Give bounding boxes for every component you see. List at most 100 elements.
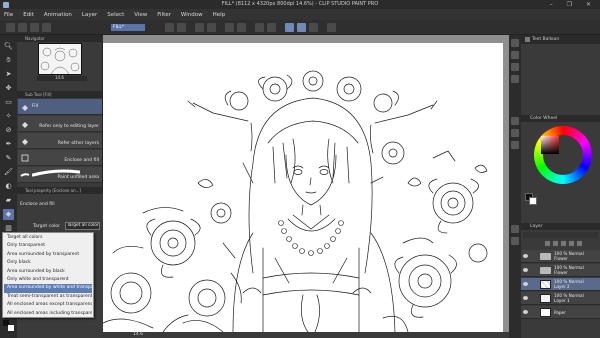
move-tool-icon[interactable]: ✋︎ [3,55,14,66]
layer-row[interactable]: 100 % Normal Layer 1 [521,292,600,305]
color-wheel-panel: Color Wheel [521,115,600,223]
menu-window[interactable]: Window [181,12,203,18]
history-icon[interactable] [511,63,519,71]
subtool-enclose-and-fill[interactable]: Enclose and fill [18,150,102,166]
airbrush-tool-icon[interactable]: ◐ [3,181,14,192]
approximate-color-icon[interactable] [511,141,519,149]
clip-studio-window: FILL* (8112 x 4320px 800dpi 14.6%) - CLI… [0,0,600,338]
color-slider-icon[interactable] [511,117,519,125]
text-balloon-icon [525,37,530,42]
saturation-value-square[interactable] [541,136,559,154]
dropdown-option[interactable]: All enclosed areas except transparency [4,301,92,309]
visibility-eye-icon[interactable] [523,310,528,314]
fill-bucket-icon [20,102,30,112]
intermediate-color-icon[interactable] [511,129,519,137]
selection-icon[interactable] [237,23,246,32]
sub-color-chip[interactable] [529,197,537,205]
menu-file[interactable]: File [4,12,13,18]
ruler-icon[interactable] [255,23,264,32]
dropdown-option[interactable]: Only white and transparent [4,276,92,284]
snap-special-ruler-icon[interactable] [297,23,306,32]
redo-icon[interactable] [177,23,186,32]
hue-ring[interactable] [534,126,592,184]
menu-select[interactable]: Select [107,12,124,18]
tool-property-title: Tool property [Enclose an...] [17,187,103,194]
menu-animation[interactable]: Animation [44,12,72,18]
visibility-eye-icon[interactable] [523,296,528,300]
layer-row[interactable]: 100 % Normal Flower [521,250,600,263]
layer-property-icon[interactable] [511,75,519,83]
auto-select-tool-icon[interactable]: ✧ [3,111,14,122]
layer-row[interactable]: 100 % Normal Flower [521,264,600,277]
navigator-zoom-slider[interactable]: 14.6 [37,75,87,81]
undo-icon[interactable] [165,23,174,32]
settings-icon[interactable] [327,23,336,32]
folder-icon [540,267,551,274]
reference-icon[interactable] [577,241,582,246]
lock-icon[interactable] [561,241,566,246]
eraser-tool-icon[interactable]: ▰ [3,195,14,206]
eyedropper-tool-icon[interactable]: ⊘ [3,125,14,136]
animation-cels-icon[interactable] [511,237,519,245]
selection-tool-icon[interactable]: ▭ [3,97,14,108]
pen-tool-icon[interactable]: ✒︎ [3,139,14,150]
new-folder-icon[interactable] [553,241,558,246]
visibility-eye-icon[interactable] [523,282,528,286]
dropdown-option[interactable]: Treat semi-transparent as transparent [4,293,92,301]
status-zoom[interactable]: 14.6 [133,332,143,337]
dropdown-option[interactable]: All enclosed areas including transparenc… [4,310,92,318]
dropdown-option[interactable]: Target all colors [4,234,92,242]
transform-icon[interactable] [207,23,216,32]
print-icon[interactable] [42,23,51,32]
subtool-refer-editing-layer[interactable]: Refer only to editing layer [18,116,102,132]
clear-icon[interactable] [195,23,204,32]
snap-ruler-icon[interactable] [285,23,294,32]
snap-grid-icon[interactable] [309,23,318,32]
window-controls[interactable]: – ❐ ✕ [550,0,597,9]
navigator-title: Navigator [17,35,103,42]
dropdown-option[interactable]: Only transparent [4,242,92,250]
save-icon[interactable] [30,23,39,32]
move-layer-tool-icon[interactable]: ✥ [3,83,14,94]
sub-color-swatch[interactable] [8,325,14,331]
dropdown-option-highlighted[interactable]: Area surrounded by white and transparent [4,284,92,293]
tool-property-subtitle: Enclose and fill [20,202,55,207]
layer-panel: Layer 100 % Normal Flower 100 % Normal F… [521,223,600,338]
subtool-refer-other-layers[interactable]: Refer other layers [18,133,102,149]
layer-row-paper[interactable]: Paper [521,306,600,319]
dropdown-option[interactable]: Area surrounded by black [4,268,92,276]
open-file-icon[interactable] [18,23,27,32]
brush-stroke-icon [20,170,30,180]
menu-filter[interactable]: Filter [157,12,171,18]
material-icon[interactable] [511,39,519,47]
navigator-preview[interactable] [38,43,82,75]
menu-view[interactable]: View [134,12,147,18]
visibility-eye-icon[interactable] [523,254,528,258]
visibility-eye-icon[interactable] [523,268,528,272]
fill-tool-icon[interactable]: ◆ [3,209,14,220]
operation-tool-icon[interactable]: ➤ [3,69,14,80]
subtool-paint-unfilled-area[interactable]: Paint unfilled area [18,167,102,183]
folder-icon [540,253,551,260]
subtool-fill[interactable]: Fill [18,99,102,115]
dropdown-option[interactable]: Area surrounded by transparent [4,251,92,259]
dropdown-option[interactable]: Only black [4,259,92,267]
fill-icon[interactable] [225,23,234,32]
layer-search-icon[interactable] [511,225,519,233]
menu-edit[interactable]: Edit [23,12,34,18]
menu-help[interactable]: Help [213,12,226,18]
new-file-icon[interactable] [6,23,15,32]
zoom-tool-icon[interactable]: 🔍︎ [3,41,14,52]
new-layer-icon[interactable] [545,241,550,246]
layer-blend-controls[interactable] [523,232,598,238]
target-color-select[interactable]: Target all colors [65,222,100,230]
color-set-icon[interactable] [511,51,519,59]
clip-icon[interactable] [569,241,574,246]
document-tab[interactable]: FILL* [111,24,145,31]
brush-tool-icon[interactable]: 🖌︎ [3,167,14,178]
canvas-drawing[interactable] [103,43,503,332]
menu-layer[interactable]: Layer [82,12,97,18]
layer-row-selected[interactable]: 100 % Normal Layer 2 [521,278,600,291]
snap-icon[interactable] [267,23,276,32]
pencil-tool-icon[interactable]: ✎ [3,153,14,164]
